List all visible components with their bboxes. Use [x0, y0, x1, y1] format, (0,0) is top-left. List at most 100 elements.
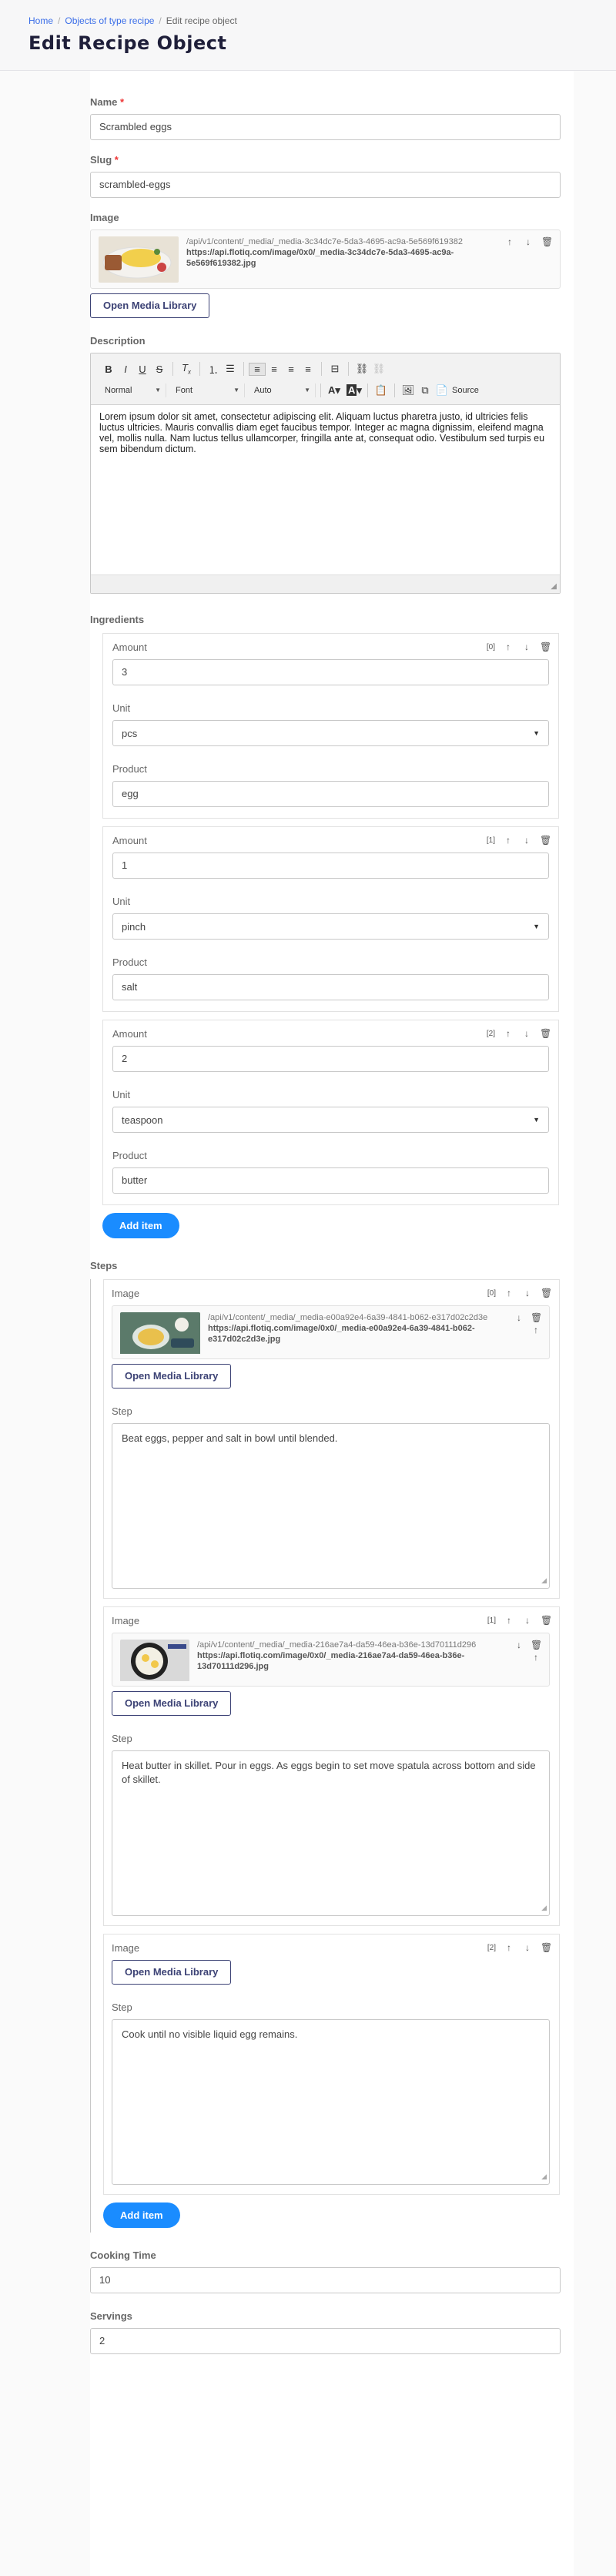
underline-icon[interactable]: U — [134, 363, 151, 375]
trash-icon[interactable]: 🗑 — [540, 835, 551, 846]
servings-field: Servings 2 — [90, 2310, 574, 2354]
amount-input[interactable]: 2 — [112, 1046, 549, 1072]
step-textarea[interactable]: Cook until no visible liquid egg remains… — [112, 2019, 550, 2185]
arrow-up-icon[interactable]: ↑ — [531, 1325, 541, 1335]
arrow-up-icon[interactable]: ↑ — [503, 835, 514, 846]
arrow-down-icon[interactable]: ↓ — [521, 835, 532, 846]
slug-input[interactable]: scrambled-eggs — [90, 172, 561, 198]
size-select[interactable]: Auto ▼ — [249, 384, 316, 397]
editor-content[interactable]: Lorem ipsum dolor sit amet, consectetur … — [91, 405, 560, 574]
arrow-up-icon[interactable]: ↑ — [503, 641, 514, 652]
ingredient-item: [1] ↑ ↓ 🗑 Amount 1 Unit pinch ▼ Product s… — [102, 826, 559, 1012]
resize-grip-icon[interactable]: ◢ — [551, 582, 557, 591]
align-center-icon[interactable]: ≡ — [266, 363, 283, 375]
step-textarea[interactable]: Beat eggs, pepper and salt in bowl until… — [112, 1423, 550, 1589]
align-left-icon[interactable]: ≡ — [249, 362, 266, 376]
step-media-controls: ↓ 🗑 ↑ — [514, 1640, 542, 1663]
item-index: [1] — [487, 1616, 496, 1625]
arrow-up-icon[interactable]: ↑ — [504, 236, 515, 247]
arrow-down-icon[interactable]: ↓ — [514, 1640, 524, 1650]
trash-icon[interactable]: 🗑 — [531, 1312, 542, 1323]
trash-icon[interactable]: 🗑 — [541, 236, 553, 247]
background-color-icon[interactable]: A ▾ — [346, 384, 363, 397]
step-textarea[interactable]: Heat butter in skillet. Pour in eggs. As… — [112, 1750, 550, 1916]
add-step-button[interactable]: Add item — [103, 2202, 180, 2228]
step-image-thumbnail — [120, 1312, 200, 1358]
description-field: Description B I U S Tx ⒈ ☰ ≡ ≡ ≡ ≡ ⊟ ⛓ ⛓… — [90, 335, 574, 594]
arrow-down-icon[interactable]: ↓ — [523, 236, 534, 247]
unit-select[interactable]: pinch ▼ — [112, 913, 549, 940]
arrow-down-icon[interactable]: ↓ — [514, 1312, 524, 1323]
arrow-down-icon[interactable]: ↓ — [522, 1615, 533, 1626]
step-item: [2] ↑ ↓ 🗑 Image Open Media Library Step … — [103, 1934, 560, 2195]
paste-icon[interactable]: 📋 — [373, 384, 390, 397]
trash-icon[interactable]: 🗑 — [531, 1640, 542, 1650]
servings-input[interactable]: 2 — [90, 2328, 561, 2354]
step-media-path: /api/v1/content/_media/_media-216ae7a4-d… — [197, 1640, 477, 1650]
unit-label: Unit — [112, 896, 131, 907]
bulleted-list-icon[interactable]: ☰ — [222, 363, 239, 375]
arrow-down-icon[interactable]: ↓ — [522, 1288, 533, 1298]
source-icon[interactable]: 📄 — [434, 384, 450, 397]
product-input[interactable]: egg — [112, 781, 549, 807]
arrow-up-icon[interactable]: ↑ — [531, 1652, 541, 1663]
align-justify-icon[interactable]: ≡ — [300, 363, 316, 375]
breadcrumb-separator: / — [58, 15, 61, 26]
font-select[interactable]: Font ▼ — [171, 384, 245, 397]
open-media-library-button[interactable]: Open Media Library — [112, 1364, 232, 1388]
amount-input[interactable]: 1 — [112, 853, 549, 879]
remove-format-icon[interactable]: Tx — [178, 362, 195, 376]
arrow-up-icon[interactable]: ↑ — [504, 1942, 514, 1953]
unit-select[interactable]: pcs ▼ — [112, 720, 549, 746]
page-title: Edit Recipe Object — [28, 32, 227, 54]
arrow-up-icon[interactable]: ↑ — [503, 1028, 514, 1039]
arrow-up-icon[interactable]: ↑ — [504, 1288, 514, 1298]
step-controls: [1] ↑ ↓ 🗑 — [487, 1615, 552, 1626]
italic-icon[interactable]: I — [117, 363, 134, 375]
strikethrough-icon[interactable]: S — [151, 363, 168, 375]
amount-input[interactable]: 3 — [112, 659, 549, 685]
add-ingredient-button[interactable]: Add item — [102, 1213, 179, 1238]
step-image-thumbnail — [120, 1640, 189, 1686]
product-input[interactable]: butter — [112, 1167, 549, 1194]
trash-icon[interactable]: 🗑 — [541, 1288, 552, 1298]
open-media-library-button[interactable]: Open Media Library — [90, 293, 210, 318]
name-input[interactable]: Scrambled eggs — [90, 114, 561, 140]
image-label: Image — [90, 212, 119, 223]
step-media-text: /api/v1/content/_media/_media-e00a92e4-6… — [208, 1312, 541, 1352]
format-select[interactable]: Normal ▼ — [100, 384, 166, 397]
embed-icon[interactable]: ⧉ — [417, 384, 434, 397]
step-media-text: /api/v1/content/_media/_media-216ae7a4-d… — [197, 1640, 541, 1680]
cooking-time-input[interactable]: 10 — [90, 2267, 561, 2293]
insert-image-icon[interactable]: 🖼 — [400, 384, 417, 397]
product-label: Product — [112, 1150, 147, 1161]
arrow-down-icon[interactable]: ↓ — [522, 1942, 533, 1953]
page-header: Home / Objects of type recipe / Edit rec… — [0, 0, 616, 71]
bold-icon[interactable]: B — [100, 363, 117, 375]
trash-icon[interactable]: 🗑 — [540, 641, 551, 652]
text-color-icon[interactable]: A▾ — [326, 384, 343, 397]
amount-label: Amount — [112, 1028, 147, 1040]
source-button[interactable]: Source — [452, 386, 479, 395]
chevron-down-icon: ▼ — [533, 1116, 540, 1124]
horizontal-rule-icon[interactable]: ⊟ — [326, 363, 343, 375]
arrow-down-icon[interactable]: ↓ — [521, 1028, 532, 1039]
link-icon[interactable]: ⛓ — [353, 363, 370, 375]
open-media-library-button[interactable]: Open Media Library — [112, 1691, 232, 1716]
unlink-icon[interactable]: ⛓ — [370, 363, 387, 375]
breadcrumb-objects[interactable]: Objects of type recipe — [65, 15, 154, 26]
open-media-library-button[interactable]: Open Media Library — [112, 1960, 232, 1985]
trash-icon[interactable]: 🗑 — [541, 1615, 552, 1626]
breadcrumb-home[interactable]: Home — [28, 15, 53, 26]
trash-icon[interactable]: 🗑 — [541, 1942, 552, 1953]
product-input[interactable]: salt — [112, 974, 549, 1000]
resize-grip-icon: ◢ — [541, 1904, 547, 1911]
arrow-down-icon[interactable]: ↓ — [521, 641, 532, 652]
arrow-up-icon[interactable]: ↑ — [504, 1615, 514, 1626]
align-right-icon[interactable]: ≡ — [283, 363, 300, 375]
trash-icon[interactable]: 🗑 — [540, 1028, 551, 1039]
ingredients-field: Ingredients [0] ↑ ↓ 🗑 Amount 3 Unit pcs ▼… — [90, 614, 574, 1238]
step-item: [1] ↑ ↓ 🗑 Image /api/v1/content/_media/_… — [103, 1606, 560, 1926]
unit-select[interactable]: teaspoon ▼ — [112, 1107, 549, 1133]
numbered-list-icon[interactable]: ⒈ — [205, 362, 222, 377]
